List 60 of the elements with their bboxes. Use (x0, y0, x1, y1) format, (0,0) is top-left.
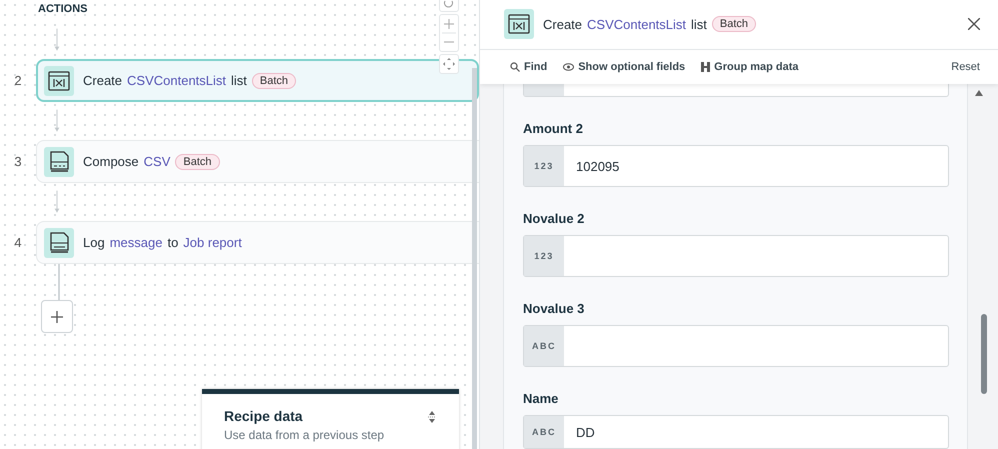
step-link[interactable]: CSVContentsList (127, 73, 226, 88)
connector-line (58, 264, 60, 300)
card-subtitle: Use data from a previous step (224, 428, 386, 442)
add-step-button[interactable] (41, 300, 73, 333)
step-number: 4 (13, 235, 23, 250)
search-icon (510, 62, 520, 72)
plus-icon (51, 310, 63, 322)
field-label: Novalue 2 (523, 211, 586, 227)
title-link[interactable]: CSVContentsList (587, 16, 686, 32)
type-badge: ABC (524, 416, 564, 448)
text-area[interactable]: ABC (523, 325, 949, 367)
eye-icon (563, 62, 574, 71)
panel-title: list (691, 16, 707, 32)
columns-icon (701, 62, 710, 72)
step-card[interactable]: Create CSVContentsList list Batch (36, 59, 479, 102)
close-icon (968, 18, 980, 30)
step-link[interactable]: CSV (144, 154, 170, 169)
scroll-up-icon[interactable] (975, 90, 983, 96)
scrollbar-thumb[interactable] (981, 314, 987, 394)
sort-icon[interactable] (427, 410, 437, 424)
text-area[interactable]: 123 (523, 235, 949, 277)
field-label: Amount 2 (523, 121, 584, 137)
batch-badge: Batch (175, 154, 220, 170)
field-value: DD (575, 424, 596, 442)
step-text: Compose (83, 154, 139, 169)
fit-view-icon[interactable] (439, 54, 459, 74)
variable-icon (504, 9, 534, 40)
type-badge: ABC (524, 326, 564, 366)
field-label: Novalue 3 (523, 301, 586, 317)
card-title: Recipe data (224, 408, 303, 424)
type-badge: 123 (524, 236, 564, 276)
step-text: to (167, 235, 178, 250)
step-text: Log (83, 235, 105, 250)
step-number: 2 (13, 73, 23, 88)
type-badge: 123 (524, 146, 564, 186)
toolbar-button[interactable]: Find (510, 60, 548, 73)
step-text: Create (83, 73, 122, 88)
step-link[interactable]: message (110, 235, 162, 250)
text-area[interactable]: ABC DD (523, 415, 949, 449)
reset-button[interactable]: Reset (945, 60, 986, 74)
text-area[interactable]: 123 102095 (523, 145, 949, 187)
undo-icon[interactable] (439, 0, 459, 12)
recipe-data-card[interactable]: Recipe data Use data from a previous step (202, 389, 459, 449)
document-icon (44, 146, 74, 176)
toolbar-button[interactable]: Group map data (701, 60, 799, 73)
batch-badge: Batch (712, 16, 756, 32)
step-card[interactable]: Compose CSV Batch (36, 140, 479, 183)
panel-title: Create (543, 16, 582, 32)
scrollbar[interactable] (472, 68, 477, 449)
field-value: 102095 (575, 158, 620, 176)
step-card[interactable]: Log message to Job report (36, 221, 479, 264)
toolbar-button[interactable]: Show optional fields (563, 60, 686, 73)
section-label: ACTIONS (38, 3, 88, 17)
step-link[interactable]: Job report (183, 235, 242, 250)
step-number: 3 (13, 154, 23, 169)
batch-badge: Batch (252, 72, 296, 88)
variable-icon (44, 66, 74, 96)
document-icon (44, 228, 74, 258)
step-text: list (231, 73, 247, 88)
field-label: Name (523, 391, 560, 407)
